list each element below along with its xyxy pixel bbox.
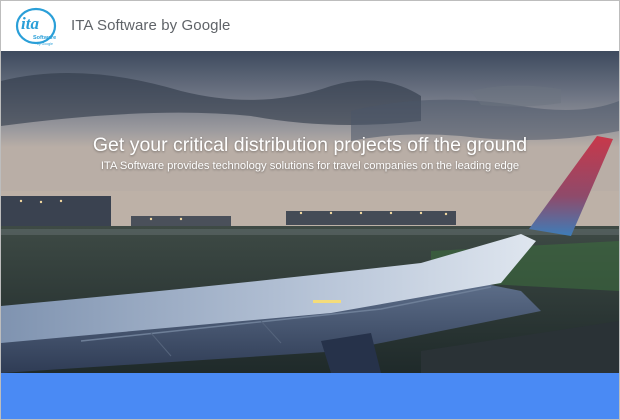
footer-color-band — [1, 373, 619, 419]
hero-background-image — [1, 51, 619, 373]
hero-headline: Get your critical distribution projects … — [92, 134, 528, 156]
logo-by-google-text: by Google — [37, 42, 53, 46]
site-title[interactable]: ITA Software by Google — [71, 17, 231, 34]
top-header: ita Software by Google ITA Software by G… — [1, 1, 619, 51]
ita-logo-icon: ita Software by Google — [15, 7, 56, 46]
hero-subheadline: ITA Software provides technology solutio… — [100, 160, 520, 172]
logo-wordmark: ita — [21, 14, 39, 33]
ita-software-logo[interactable]: ita Software by Google — [15, 6, 61, 48]
hero-banner: Get your critical distribution projects … — [1, 51, 619, 373]
logo-software-text: Software — [33, 35, 56, 41]
page: ita Software by Google ITA Software by G… — [0, 0, 620, 420]
